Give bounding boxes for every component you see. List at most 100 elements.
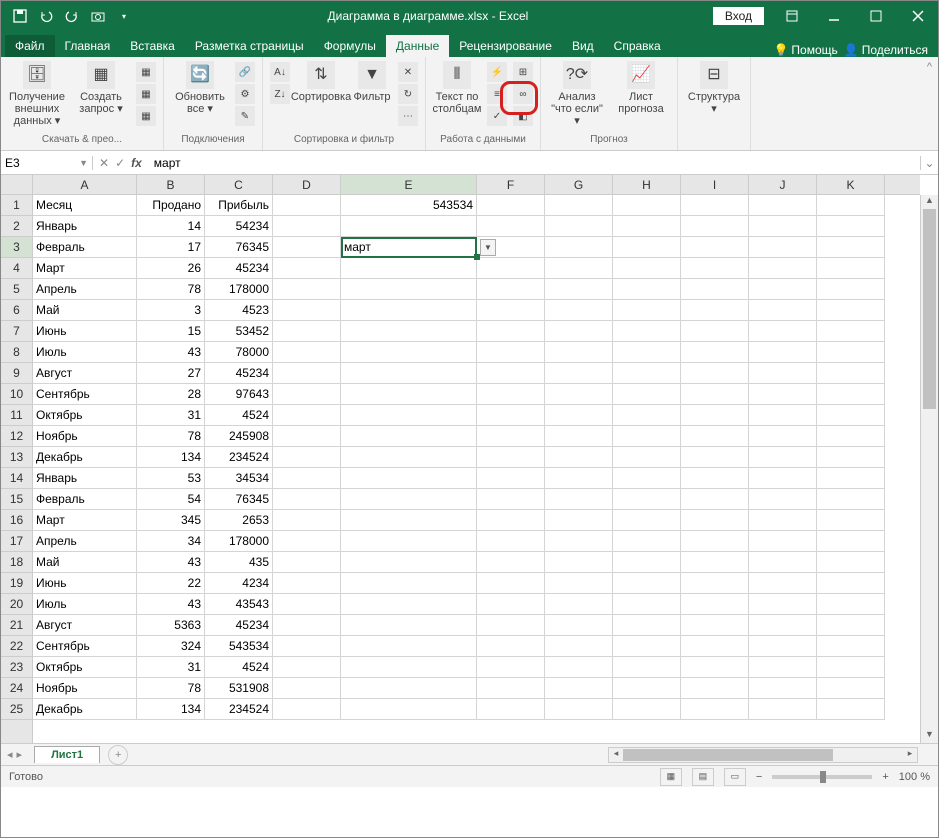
cell[interactable]: 43 [137,342,205,363]
cell[interactable] [273,636,341,657]
cell[interactable] [613,300,681,321]
cell[interactable] [341,258,477,279]
scroll-right-icon[interactable]: ▸ [903,748,917,759]
cell[interactable] [681,426,749,447]
cell[interactable] [341,342,477,363]
cell[interactable] [613,594,681,615]
cell[interactable]: 45234 [205,258,273,279]
cell[interactable]: 4234 [205,573,273,594]
cell[interactable]: Август [33,615,137,636]
cell[interactable] [545,300,613,321]
cell[interactable] [545,195,613,216]
remove-dup-button[interactable]: ≡ [487,84,507,104]
login-button[interactable]: Вход [713,7,764,25]
redo-icon[interactable] [61,5,83,27]
zoom-out-button[interactable]: − [756,771,762,783]
cell[interactable]: 531908 [205,678,273,699]
cell[interactable]: Август [33,363,137,384]
cell[interactable] [817,300,885,321]
cell[interactable] [749,573,817,594]
column-header-E[interactable]: E [341,175,477,194]
column-header-G[interactable]: G [545,175,613,194]
cell[interactable]: 245908 [205,426,273,447]
cell[interactable] [817,216,885,237]
tab-главная[interactable]: Главная [55,35,121,57]
tab-вставка[interactable]: Вставка [120,35,185,57]
cell[interactable] [273,573,341,594]
cell[interactable] [681,678,749,699]
cell[interactable] [273,384,341,405]
cell[interactable]: 543534 [205,636,273,657]
cell[interactable]: Июль [33,342,137,363]
cell[interactable] [613,216,681,237]
cell[interactable] [273,552,341,573]
row-header-5[interactable]: 5 [1,279,32,300]
cell[interactable]: 43 [137,552,205,573]
tab-вид[interactable]: Вид [562,35,604,57]
cell[interactable] [817,531,885,552]
cell[interactable] [749,699,817,720]
ribbon-collapse-button[interactable]: ^ [927,61,932,73]
cell[interactable] [817,552,885,573]
recent-sources-button[interactable]: ▦ [136,106,156,126]
cell[interactable] [341,552,477,573]
cell[interactable]: 78000 [205,342,273,363]
cell[interactable] [477,615,545,636]
row-header-1[interactable]: 1 [1,195,32,216]
cell[interactable]: 97643 [205,384,273,405]
column-header-C[interactable]: C [205,175,273,194]
qat-customize-icon[interactable]: ▾ [113,5,135,27]
cell[interactable] [613,699,681,720]
row-header-20[interactable]: 20 [1,594,32,615]
cell[interactable] [681,237,749,258]
cell[interactable]: Апрель [33,531,137,552]
hscroll-thumb[interactable] [623,749,833,761]
sheet-tab-active[interactable]: Лист1 [34,746,100,763]
row-header-17[interactable]: 17 [1,531,32,552]
cell[interactable] [681,468,749,489]
cell[interactable]: Сентябрь [33,384,137,405]
cell[interactable] [681,279,749,300]
cell[interactable] [477,510,545,531]
cell[interactable] [749,531,817,552]
row-header-25[interactable]: 25 [1,699,32,720]
cell[interactable]: Декабрь [33,447,137,468]
cell[interactable]: Продано [137,195,205,216]
row-header-21[interactable]: 21 [1,615,32,636]
cell[interactable] [341,321,477,342]
zoom-slider[interactable] [772,775,872,779]
cell[interactable] [341,216,477,237]
cell[interactable] [681,216,749,237]
cell[interactable] [545,657,613,678]
cell[interactable] [273,195,341,216]
cell[interactable] [273,426,341,447]
formula-input[interactable]: март [148,156,920,170]
cell[interactable] [681,300,749,321]
cell[interactable] [545,363,613,384]
cell[interactable] [477,258,545,279]
row-header-4[interactable]: 4 [1,258,32,279]
cell[interactable] [817,468,885,489]
sort-za-button[interactable]: Z↓ [270,84,290,104]
cell[interactable] [545,594,613,615]
cell[interactable]: 45234 [205,363,273,384]
tab-file[interactable]: Файл [5,35,55,57]
row-header-9[interactable]: 9 [1,363,32,384]
row-header-7[interactable]: 7 [1,321,32,342]
cell[interactable]: Ноябрь [33,678,137,699]
column-header-F[interactable]: F [477,175,545,194]
cell[interactable]: Февраль [33,489,137,510]
tab-разметка страницы[interactable]: Разметка страницы [185,35,314,57]
cell[interactable] [341,594,477,615]
cell[interactable] [749,657,817,678]
cell[interactable] [477,426,545,447]
cell[interactable]: Апрель [33,279,137,300]
cell[interactable] [749,237,817,258]
cell[interactable] [749,552,817,573]
maximize-button[interactable] [856,1,896,31]
row-header-12[interactable]: 12 [1,426,32,447]
cell[interactable] [273,363,341,384]
cell[interactable] [477,573,545,594]
cell[interactable] [273,531,341,552]
normal-view-button[interactable]: ▦ [660,768,682,786]
